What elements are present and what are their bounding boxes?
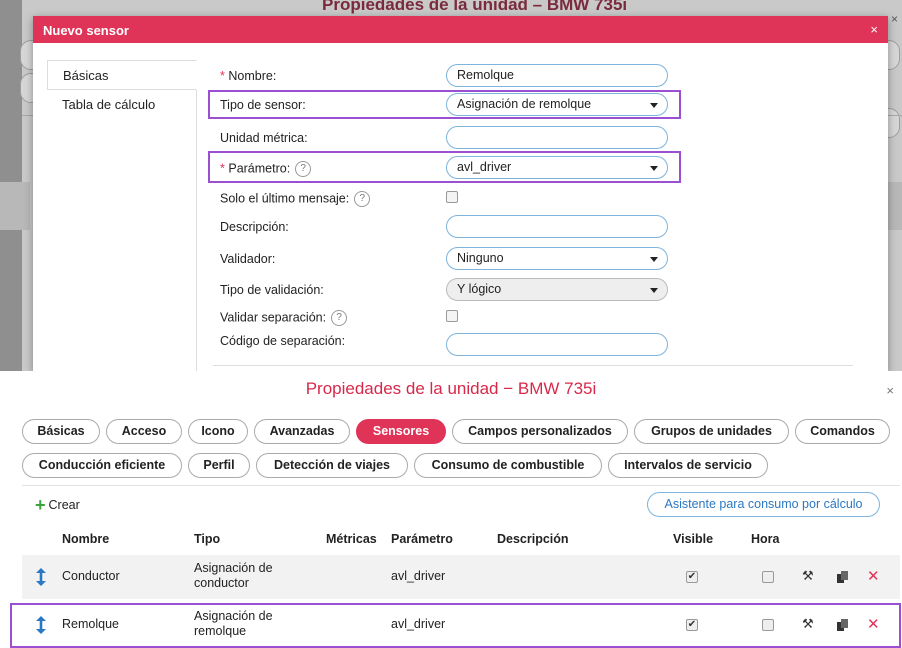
validador-select[interactable]: Ninguno — [446, 247, 668, 270]
background-close-icon: × — [890, 12, 898, 26]
table-row[interactable]: Conductor Asignación de conductor avl_dr… — [22, 555, 900, 599]
delete-icon[interactable]: ✕ — [867, 567, 880, 585]
field-row-solo-ultimo: Solo el último mensaje:? — [213, 186, 853, 212]
help-icon[interactable]: ? — [331, 310, 348, 326]
validar-separacion-label-text: Validar separación: — [220, 310, 327, 325]
highlight-remolque-row — [10, 603, 901, 648]
consumption-wizard-button[interactable]: Asistente para consumo por cálculo — [647, 492, 880, 517]
modal-divider — [213, 365, 853, 366]
codigo-separacion-input[interactable] — [446, 333, 668, 356]
field-row-nombre: * Nombre: Remolque — [213, 64, 853, 90]
dialog-close-icon[interactable]: × — [886, 383, 894, 398]
column-header-metricas[interactable]: Métricas — [326, 532, 377, 546]
side-tab-tabla-calculo[interactable]: Tabla de cálculo — [47, 90, 196, 120]
column-header-descripcion[interactable]: Descripción — [497, 532, 569, 546]
required-mark: * — [220, 69, 225, 83]
validador-label: Validador: — [220, 252, 276, 266]
row-tipo-line1: Asignación de — [194, 561, 273, 575]
nombre-input[interactable]: Remolque — [446, 64, 668, 87]
nombre-label: * Nombre: — [220, 69, 276, 83]
tipo-validacion-value: Y lógico — [457, 282, 502, 296]
chevron-down-icon — [650, 257, 658, 262]
tab-basicas[interactable]: Básicas — [22, 419, 100, 444]
nombre-label-text: Nombre: — [228, 69, 277, 83]
hora-checkbox[interactable] — [762, 571, 774, 583]
unidad-metrica-label: Unidad métrica: — [220, 131, 308, 145]
column-header-parametro[interactable]: Parámetro — [391, 532, 453, 546]
column-header-hora[interactable]: Hora — [751, 532, 779, 546]
copy-icon[interactable] — [837, 571, 849, 583]
field-row-unidad-metrica: Unidad métrica: — [213, 126, 853, 152]
toolbar-divider — [22, 485, 900, 486]
tab-avanzadas[interactable]: Avanzadas — [254, 419, 350, 444]
modal-side-tabs: Básicas Tabla de cálculo — [47, 60, 197, 371]
dialog-title: Propiedades de la unidad − BMW 735i — [305, 379, 597, 398]
solo-ultimo-label-text: Solo el último mensaje: — [220, 191, 350, 206]
chevron-down-icon — [650, 288, 658, 293]
tab-grupos-unidades[interactable]: Grupos de unidades — [634, 419, 789, 444]
field-row-validador: Validador: Ninguno — [213, 247, 853, 273]
codigo-separacion-label: Código de separación: — [220, 334, 346, 348]
row-tipo-line2: conductor — [194, 576, 249, 590]
modal-header: Nuevo sensor × — [33, 16, 888, 43]
side-tab-basicas[interactable]: Básicas — [47, 60, 197, 90]
descripcion-input[interactable] — [446, 215, 668, 238]
highlight-parametro — [208, 151, 681, 183]
tab-sensores[interactable]: Sensores — [356, 419, 446, 444]
row-nombre: Conductor — [62, 569, 120, 583]
highlight-tipo-sensor — [208, 90, 681, 119]
tab-perfil[interactable]: Perfil — [188, 453, 250, 478]
solo-ultimo-checkbox[interactable] — [446, 191, 458, 203]
row-parametro: avl_driver — [391, 569, 446, 583]
tab-conduccion-eficiente[interactable]: Conducción eficiente — [22, 453, 182, 478]
validar-separacion-checkbox[interactable] — [446, 310, 458, 322]
create-label: Crear — [48, 498, 80, 512]
field-row-validar-separacion: Validar separación:? — [213, 305, 853, 331]
background-overlay: Propiedades de la unidad – BMW 735i × Nu… — [0, 0, 902, 371]
descripcion-label: Descripción: — [220, 220, 289, 234]
tab-acceso[interactable]: Acceso — [106, 419, 182, 444]
help-icon[interactable]: ? — [354, 191, 371, 207]
tab-icono[interactable]: Icono — [188, 419, 248, 444]
background-window-title: Propiedades de la unidad – BMW 735i — [322, 0, 628, 14]
field-row-descripcion: Descripción: — [213, 215, 853, 241]
wrench-icon[interactable]: ⚒ — [802, 568, 814, 584]
tab-consumo-combustible[interactable]: Consumo de combustible — [414, 453, 602, 478]
row-tipo: Asignación de conductor — [194, 561, 273, 591]
column-header-nombre[interactable]: Nombre — [62, 532, 109, 546]
column-header-visible[interactable]: Visible — [673, 532, 713, 546]
unit-properties-dialog: Propiedades de la unidad − BMW 735i × Bá… — [0, 371, 902, 648]
tab-intervalos-servicio[interactable]: Intervalos de servicio — [608, 453, 768, 478]
validador-value: Ninguno — [457, 251, 504, 265]
tab-campos-personalizados[interactable]: Campos personalizados — [452, 419, 628, 444]
solo-ultimo-label: Solo el último mensaje:? — [220, 191, 371, 207]
visible-checkbox[interactable]: ✔ — [686, 571, 698, 583]
modal-title: Nuevo sensor — [43, 23, 129, 38]
tab-deteccion-viajes[interactable]: Detección de viajes — [256, 453, 408, 478]
unidad-metrica-input[interactable] — [446, 126, 668, 149]
sort-arrows-icon[interactable] — [35, 568, 47, 586]
tipo-validacion-label: Tipo de validación: — [220, 283, 324, 297]
new-sensor-modal: Nuevo sensor × Básicas Tabla de cálculo … — [33, 16, 888, 371]
tab-comandos[interactable]: Comandos — [795, 419, 890, 444]
field-row-codigo-separacion: Código de separación: — [213, 329, 853, 356]
tipo-validacion-select[interactable]: Y lógico — [446, 278, 668, 301]
background-row-block — [0, 182, 30, 230]
create-button[interactable]: + Crear — [35, 495, 80, 516]
field-row-tipo-validacion: Tipo de validación: Y lógico — [213, 278, 853, 304]
validar-separacion-label: Validar separación:? — [220, 310, 348, 326]
column-header-tipo[interactable]: Tipo — [194, 532, 220, 546]
modal-close-icon[interactable]: × — [870, 22, 878, 37]
plus-icon: + — [35, 495, 46, 515]
